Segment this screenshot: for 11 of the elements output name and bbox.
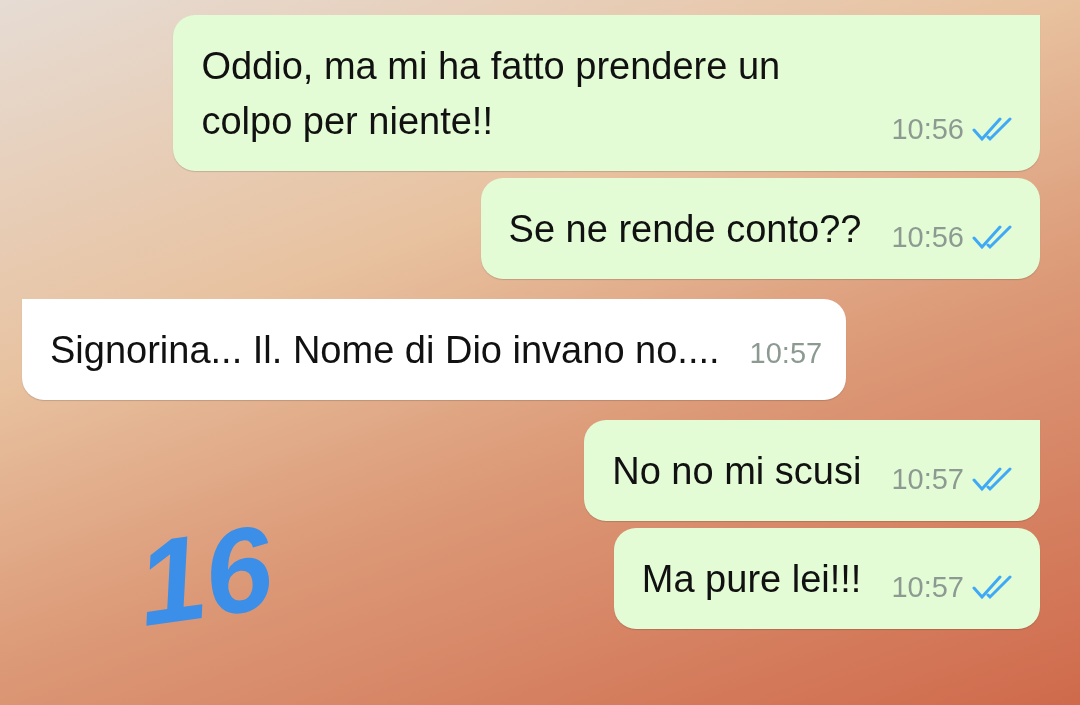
message-time: 10:57	[891, 570, 964, 605]
message-time: 10:57	[891, 462, 964, 497]
message-time: 10:56	[891, 220, 964, 255]
message-text: Se ne rende conto??	[508, 207, 862, 252]
message-text: Oddio, ma mi ha fatto prendere un colpo per niente!!	[201, 44, 782, 144]
message-text: Signorina... Il. Nome di Dio invano no....	[50, 328, 720, 373]
message-text: Ma pure lei!!!	[641, 557, 862, 602]
message-text: No no mi scusi	[612, 449, 862, 494]
message-time: 10:57	[749, 336, 823, 371]
message-time: 10:56	[891, 112, 964, 147]
handwritten-number: 16	[130, 506, 280, 644]
